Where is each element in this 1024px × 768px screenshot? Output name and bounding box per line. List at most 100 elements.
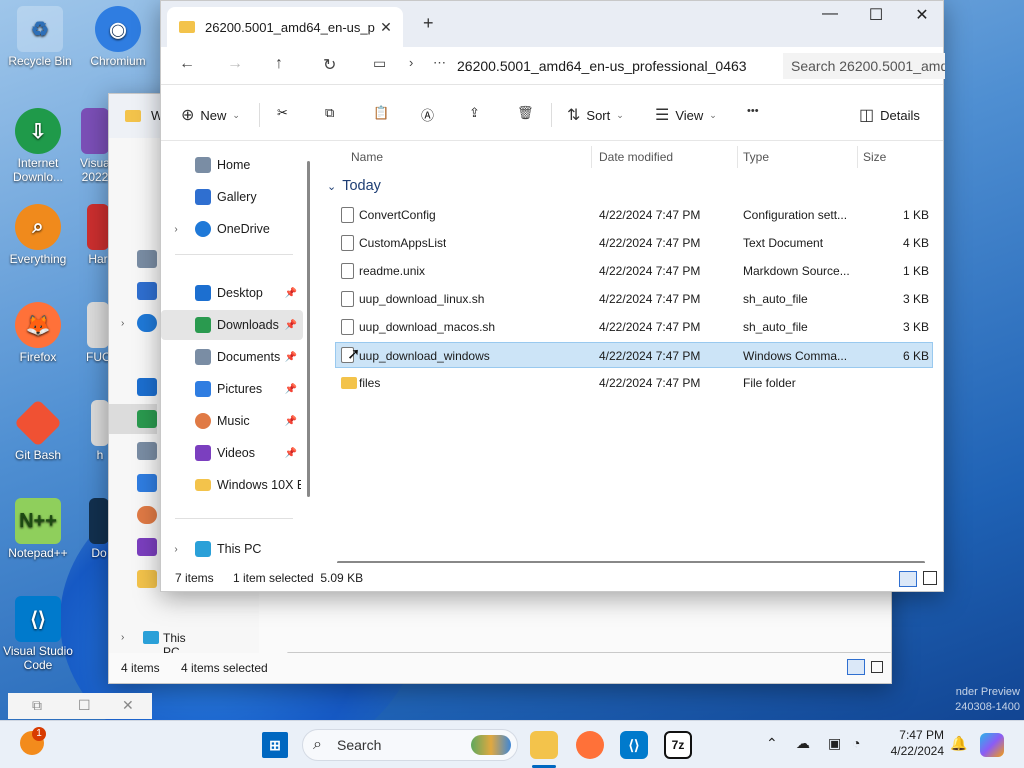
- file-row[interactable]: CustomAppsList 4/22/2024 7:47 PM Text Do…: [335, 230, 933, 256]
- monitor-icon[interactable]: ▭: [373, 55, 386, 72]
- pin-icon[interactable]: 📌: [285, 352, 297, 363]
- column-separator[interactable]: [737, 146, 738, 168]
- desktop-icon-har[interactable]: Har: [86, 204, 110, 266]
- desktop-icon-recycle-bin[interactable]: ♻ Recycle Bin: [2, 6, 78, 68]
- display-icon[interactable]: ▣: [828, 735, 841, 752]
- tiles-view-icon[interactable]: [923, 571, 937, 585]
- file-explorer-taskbar-icon[interactable]: [530, 731, 558, 759]
- expand-chevron-icon[interactable]: ›: [121, 632, 124, 643]
- taskbar-search[interactable]: ⌕ Search: [302, 729, 518, 761]
- nav-item-videos[interactable]: Videos 📌: [161, 438, 303, 468]
- start-windows-icon[interactable]: ⊞: [262, 732, 288, 758]
- pin-icon[interactable]: 📌: [285, 384, 297, 395]
- column-header-date[interactable]: Date modified: [599, 142, 673, 172]
- expand-chevron-icon[interactable]: ›: [167, 224, 185, 235]
- pin-icon[interactable]: 📌: [285, 416, 297, 427]
- nav-item-music[interactable]: Music 📌: [161, 406, 303, 436]
- folder-icon[interactable]: [137, 570, 157, 588]
- sort-button[interactable]: ⇅ Sort ⌄: [567, 105, 624, 125]
- new-tab-plus-icon[interactable]: +: [423, 13, 434, 34]
- network-off-icon[interactable]: ☁: [796, 735, 810, 752]
- system-clock[interactable]: 7:47 PM 4/22/2024: [862, 727, 944, 759]
- column-header-type[interactable]: Type: [743, 142, 769, 172]
- refresh-icon[interactable]: ↻: [323, 55, 336, 75]
- nav-pane-scrollbar[interactable]: [307, 161, 310, 497]
- pin-icon[interactable]: 📌: [285, 448, 297, 459]
- copilot-icon[interactable]: [980, 733, 1004, 757]
- nav-item-gallery[interactable]: Gallery: [161, 182, 303, 212]
- file-row[interactable]: files 4/22/2024 7:47 PM File folder: [335, 370, 933, 396]
- file-row[interactable]: readme.unix 4/22/2024 7:47 PM Markdown S…: [335, 258, 933, 284]
- desktop-icon-chromium[interactable]: ◉ Chromium: [80, 6, 156, 68]
- breadcrumb-overflow-icon[interactable]: ⋯: [433, 55, 446, 71]
- back-arrow-icon[interactable]: ←: [179, 55, 195, 73]
- pictures-icon[interactable]: [137, 474, 157, 492]
- desktop-folder-icon[interactable]: [137, 378, 157, 396]
- forward-arrow-icon[interactable]: →: [227, 55, 243, 73]
- delete-trash-icon[interactable]: 🗑: [517, 105, 534, 121]
- details-view-icon[interactable]: [847, 659, 865, 675]
- details-view-icon[interactable]: [899, 571, 917, 587]
- address-bar[interactable]: 26200.5001_amd64_en-us_professional_0463: [457, 55, 775, 77]
- pin-icon[interactable]: 📌: [285, 320, 297, 331]
- search-input[interactable]: Search 26200.5001_amd6: [783, 53, 945, 79]
- share-icon[interactable]: ⇪: [469, 105, 480, 121]
- chevron-right-icon[interactable]: ›: [409, 55, 413, 70]
- group-header-today[interactable]: ⌄ Today: [327, 178, 381, 194]
- chevron-up-icon[interactable]: ⌃: [766, 735, 778, 752]
- active-tab[interactable]: 26200.5001_amd64_en-us_pro ✕: [167, 7, 403, 47]
- column-header-name[interactable]: Name: [351, 142, 383, 172]
- maximize-button[interactable]: ☐: [853, 5, 899, 29]
- cut-scissors-icon[interactable]: ✂: [277, 105, 288, 121]
- desktop-icon-h[interactable]: h: [90, 400, 110, 462]
- file-row[interactable]: uup_download_macos.sh 4/22/2024 7:47 PM …: [335, 314, 933, 340]
- tiles-view-icon[interactable]: [871, 661, 883, 673]
- up-arrow-icon[interactable]: ↑: [275, 55, 283, 73]
- nav-item-onedrive[interactable]: › OneDrive: [161, 214, 303, 244]
- desktop-icon-everything[interactable]: ⌕ Everything: [0, 204, 76, 266]
- desktop-icon-git-bash[interactable]: Git Bash: [0, 398, 76, 462]
- column-separator[interactable]: [591, 146, 592, 168]
- nav-item-windows-10x[interactable]: Windows 10X Bu: [161, 470, 303, 500]
- collapse-chevron-icon[interactable]: ⌄: [327, 181, 336, 193]
- desktop-icon-do[interactable]: Do: [88, 498, 110, 560]
- expand-chevron-icon[interactable]: ›: [121, 318, 124, 329]
- volume-icon[interactable]: ◔: [852, 735, 860, 751]
- pin-icon[interactable]: 📌: [285, 288, 297, 299]
- more-options-icon[interactable]: •••: [747, 105, 759, 117]
- home-icon[interactable]: [137, 250, 157, 268]
- file-row[interactable]: uup_download_linux.sh 4/22/2024 7:47 PM …: [335, 286, 933, 312]
- view-button[interactable]: ☰ View ⌄: [655, 105, 717, 125]
- nav-item-this-pc[interactable]: › This PC: [161, 534, 303, 564]
- onedrive-icon[interactable]: [137, 314, 157, 332]
- desktop-icon-firefox[interactable]: 🦊 Firefox: [0, 302, 76, 364]
- file-row-selected[interactable]: uup_download_windows 4/22/2024 7:47 PM W…: [335, 342, 933, 368]
- desktop-icon-idm[interactable]: ⇩ Internet Downlo...: [0, 108, 76, 184]
- vscode-taskbar-icon[interactable]: ⟨⟩: [620, 731, 648, 759]
- desktop-icon-notepad-plus-plus[interactable]: N++ Notepad++: [0, 498, 76, 560]
- documents-icon[interactable]: [137, 442, 157, 460]
- videos-icon[interactable]: [137, 538, 157, 556]
- column-separator[interactable]: [857, 146, 858, 168]
- copy-icon[interactable]: ⧉: [325, 105, 334, 121]
- column-header-size[interactable]: Size: [863, 142, 886, 172]
- nav-item-downloads[interactable]: Downloads 📌: [161, 310, 303, 340]
- rename-icon[interactable]: Ⓐ: [421, 105, 434, 124]
- desktop-icon-fuc[interactable]: FUC: [86, 302, 110, 364]
- bell-icon[interactable]: 🔔: [950, 735, 967, 752]
- desktop-icon-vscode[interactable]: ⟨⟩ Visual Studio Code: [0, 596, 76, 672]
- file-explorer-window[interactable]: 26200.5001_amd64_en-us_pro ✕ + — ☐ ✕ ← →…: [160, 0, 945, 592]
- 7zip-taskbar-icon[interactable]: 7z: [664, 731, 692, 759]
- expand-chevron-icon[interactable]: ›: [167, 544, 185, 555]
- paste-icon[interactable]: 📋: [373, 105, 389, 121]
- nav-item-documents[interactable]: Documents 📌: [161, 342, 303, 372]
- tab-close-icon[interactable]: ✕: [375, 19, 397, 36]
- minimize-button[interactable]: —: [807, 5, 853, 29]
- desktop-icon-visual-studio[interactable]: Visual 2022: [80, 108, 110, 184]
- close-button[interactable]: ✕: [899, 5, 945, 29]
- nav-item-home[interactable]: Home: [161, 150, 303, 180]
- nav-item-pictures[interactable]: Pictures 📌: [161, 374, 303, 404]
- details-button[interactable]: ◫ Details: [859, 105, 920, 125]
- gallery-icon[interactable]: [137, 282, 157, 300]
- downloads-icon[interactable]: [137, 410, 157, 428]
